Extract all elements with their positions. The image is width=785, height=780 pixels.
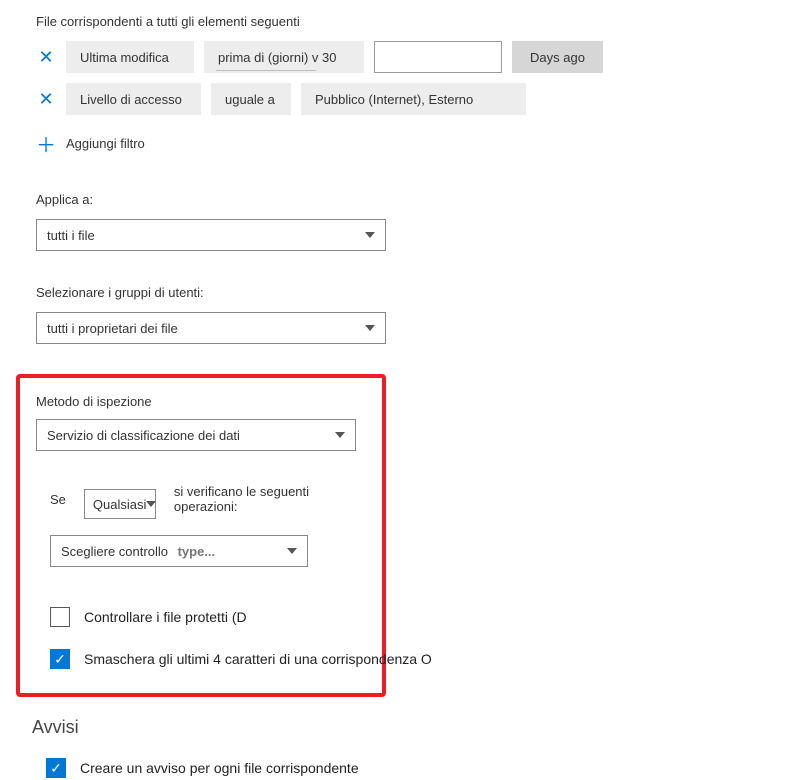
underline <box>216 70 316 71</box>
any-value: Qualsiasi <box>93 497 146 512</box>
alerts-checkbox-row: ✓ Creare un avviso per ogni file corrisp… <box>46 758 785 778</box>
following-label: si verificano le seguenti operazioni: <box>174 484 366 514</box>
filter-operator-chip[interactable]: prima di (giorni) v 30 <box>204 41 364 73</box>
inspection-method-select[interactable]: Servizio di classificazione dei dati <box>36 419 356 451</box>
filters-heading: File corrispondenti a tutti gli elementi… <box>36 14 785 29</box>
filters-group: ✕ Ultima modifica prima di (giorni) v 30… <box>36 41 785 158</box>
checkbox-row: ✓ Smaschera gli ultimi 4 caratteri di un… <box>50 649 366 669</box>
add-filter-label: Aggiungi filtro <box>66 136 145 151</box>
choose-control-select[interactable]: Scegliere controllo type... <box>50 535 308 567</box>
user-groups-value: tutti i proprietari dei file <box>47 321 178 336</box>
inspection-highlight-box: Metodo di ispezione Servizio di classifi… <box>16 374 386 697</box>
chevron-down-icon <box>335 432 345 438</box>
create-alert-label: Creare un avviso per ogni file corrispon… <box>80 760 359 776</box>
alerts-heading: Avvisi <box>32 717 785 738</box>
remove-filter-icon[interactable]: ✕ <box>36 47 56 68</box>
filter-operator-chip[interactable]: uguale a <box>211 83 291 115</box>
choose-control-row: Scegliere controllo type... <box>50 535 366 567</box>
plus-icon: ＋ <box>36 129 56 158</box>
checkbox-row: Controllare i file protetti (D <box>50 607 366 627</box>
chevron-down-icon <box>365 232 375 238</box>
apply-to-select[interactable]: tutti i file <box>36 219 386 251</box>
inspect-protected-label: Controllare i file protetti (D <box>84 609 247 625</box>
any-select[interactable]: Qualsiasi <box>84 489 156 519</box>
filter-field-chip[interactable]: Ultima modifica <box>66 41 194 73</box>
chevron-down-icon <box>365 325 375 331</box>
condition-row: Se Qualsiasi si verificano le seguenti o… <box>50 479 366 519</box>
choose-control-placeholder: type... <box>178 544 216 559</box>
inspect-protected-checkbox[interactable] <box>50 607 70 627</box>
apply-to-block: Applica a: tutti i file <box>36 192 785 251</box>
inspection-label: Metodo di ispezione <box>36 394 366 409</box>
inspection-method-value: Servizio di classificazione dei dati <box>47 428 240 443</box>
filter-operator-text: prima di (giorni) v 30 <box>218 50 337 65</box>
mask-last4-label: Smaschera gli ultimi 4 caratteri di una … <box>84 651 432 667</box>
chevron-down-icon <box>146 501 156 507</box>
apply-to-value: tutti i file <box>47 228 95 243</box>
filter-value-input[interactable] <box>374 41 502 73</box>
if-label: Se <box>50 492 66 507</box>
filter-value-chip[interactable]: Pubblico (Internet), Esterno <box>301 83 526 115</box>
filter-field-chip[interactable]: Livello di accesso <box>66 83 201 115</box>
remove-filter-icon[interactable]: ✕ <box>36 89 56 110</box>
create-alert-checkbox[interactable]: ✓ <box>46 758 66 778</box>
apply-to-label: Applica a: <box>36 192 785 207</box>
mask-last4-checkbox[interactable]: ✓ <box>50 649 70 669</box>
filter-row: ✕ Ultima modifica prima di (giorni) v 30… <box>36 41 785 73</box>
filter-row: ✕ Livello di accesso uguale a Pubblico (… <box>36 83 785 115</box>
chevron-down-icon <box>287 548 297 554</box>
user-groups-label: Selezionare i gruppi di utenti: <box>36 285 785 300</box>
days-ago-button[interactable]: Days ago <box>512 41 603 73</box>
user-groups-select[interactable]: tutti i proprietari dei file <box>36 312 386 344</box>
choose-control-label: Scegliere controllo <box>61 544 168 559</box>
add-filter-button[interactable]: ＋ Aggiungi filtro <box>36 129 785 158</box>
user-groups-block: Selezionare i gruppi di utenti: tutti i … <box>36 285 785 344</box>
